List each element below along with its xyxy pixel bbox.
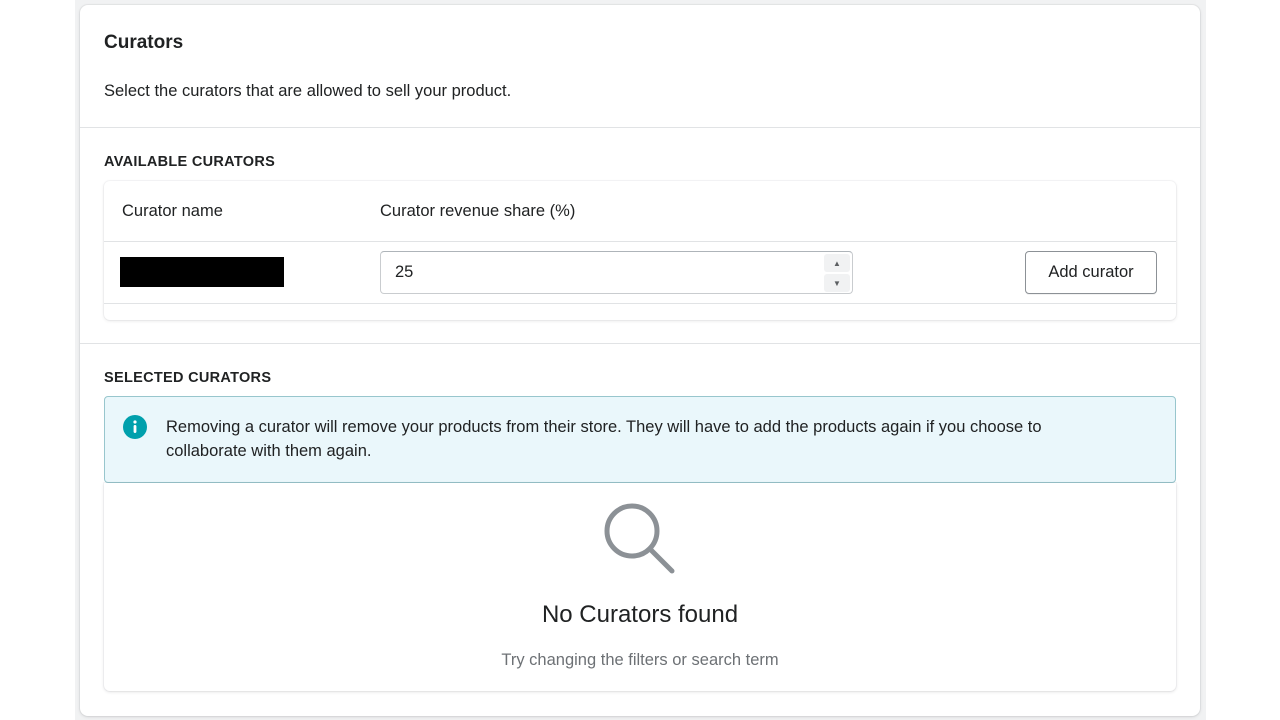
empty-state: No Curators found Try changing the filte… xyxy=(104,483,1176,691)
empty-state-title: No Curators found xyxy=(541,601,739,628)
curator-name-redacted xyxy=(120,257,284,287)
available-curators-heading: AVAILABLE CURATORS xyxy=(104,154,276,170)
info-banner: Removing a curator will remove your prod… xyxy=(104,396,1176,483)
revenue-share-stepper[interactable]: ▲ ▼ xyxy=(824,254,850,292)
info-banner-text: Removing a curator will remove your prod… xyxy=(166,418,1042,460)
empty-state-subtitle: Try changing the filters or search term xyxy=(501,651,779,669)
caret-down-icon[interactable]: ▼ xyxy=(824,274,850,292)
column-header-revenue-share: Curator revenue share (%) xyxy=(380,202,576,220)
search-icon xyxy=(604,503,675,574)
column-header-curator-name: Curator name xyxy=(122,202,223,220)
revenue-share-input[interactable]: 25 ▲ ▼ xyxy=(380,251,853,294)
table-row-divider xyxy=(104,303,1176,304)
caret-up-icon[interactable]: ▲ xyxy=(824,254,850,272)
page-title: Curators xyxy=(104,32,184,53)
section-description: Select the curators that are allowed to … xyxy=(104,82,512,100)
available-curators-table: Curator name Curator revenue share (%) 2… xyxy=(104,181,1176,320)
add-curator-button[interactable]: Add curator xyxy=(1025,251,1157,294)
table-header-divider xyxy=(104,241,1176,242)
revenue-share-value: 25 xyxy=(395,263,414,281)
section-divider xyxy=(80,343,1200,344)
section-divider xyxy=(80,127,1200,128)
selected-curators-heading: SELECTED CURATORS xyxy=(104,370,272,386)
curators-card: Curators Select the curators that are al… xyxy=(80,5,1200,716)
info-icon xyxy=(123,415,147,439)
